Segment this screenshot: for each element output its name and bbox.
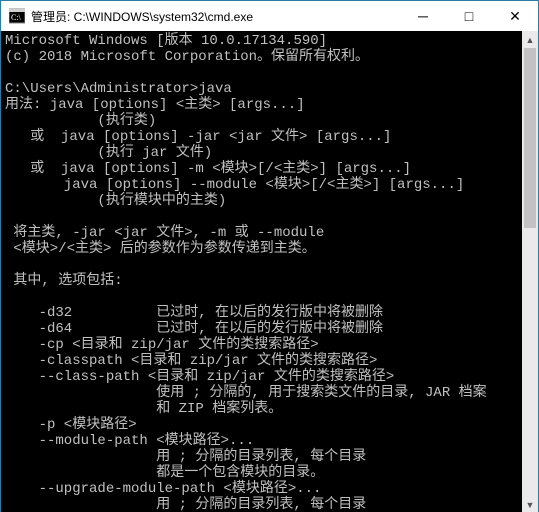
scroll-track[interactable]: [522, 48, 538, 496]
scroll-up-button[interactable]: ▲: [522, 31, 538, 48]
close-button[interactable]: ✕: [492, 1, 538, 31]
vertical-scrollbar[interactable]: ▲ ▼: [522, 31, 538, 512]
scroll-thumb[interactable]: [524, 48, 536, 228]
titlebar[interactable]: C:\ 管理员: C:\WINDOWS\system32\cmd.exe ─ □…: [1, 1, 538, 31]
cmd-window: C:\ 管理员: C:\WINDOWS\system32\cmd.exe ─ □…: [0, 0, 539, 512]
cmd-icon: C:\: [9, 8, 25, 24]
window-title: 管理员: C:\WINDOWS\system32\cmd.exe: [31, 8, 253, 25]
minimize-button[interactable]: ─: [400, 1, 446, 31]
svg-text:C:\: C:\: [11, 13, 22, 22]
console-output[interactable]: Microsoft Windows [版本 10.0.17134.590] (c…: [1, 31, 522, 512]
scroll-down-button[interactable]: ▼: [522, 496, 538, 512]
maximize-button[interactable]: □: [446, 1, 492, 31]
client-area: Microsoft Windows [版本 10.0.17134.590] (c…: [1, 31, 538, 512]
